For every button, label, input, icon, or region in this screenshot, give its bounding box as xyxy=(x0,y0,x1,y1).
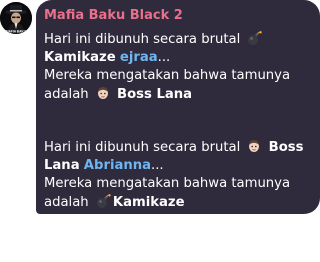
message-line: adalah Boss Lana xyxy=(44,85,316,104)
player-name-highlight: Abrianna xyxy=(83,158,152,173)
message-text: adalah xyxy=(44,87,89,102)
player-name-highlight: ejraa xyxy=(119,50,158,65)
message-line: Kamikaze ejraa... xyxy=(44,49,316,67)
message-block: Hari ini dibunuh secara brutal Boss Lana… xyxy=(44,138,316,212)
boss-face-icon xyxy=(246,138,262,154)
chat-message-bubble[interactable]: Mafia Baku Black 2 Hari ini dibunuh seca… xyxy=(36,0,320,214)
message-line: Mereka mengatakan bahwa tamunya xyxy=(44,67,316,85)
message-block: Hari ini dibunuh secara brutal Kamikaze … xyxy=(44,30,316,104)
message-text: Hari ini dibunuh secara brutal xyxy=(44,140,241,155)
message-line: Hari ini dibunuh secara brutal Boss xyxy=(44,138,316,157)
player-name: Boss xyxy=(268,140,304,155)
boss-face-icon xyxy=(95,85,111,101)
player-name: Lana xyxy=(44,158,80,173)
ellipsis: ... xyxy=(151,158,164,173)
bomb-icon xyxy=(246,30,263,46)
player-name: Boss Lana xyxy=(117,87,193,102)
message-line: adalah Kamikaze xyxy=(44,193,316,212)
sender-name[interactable]: Mafia Baku Black 2 xyxy=(44,8,183,23)
message-text: Mereka mengatakan bahwa tamunya xyxy=(44,176,291,191)
mafia-avatar-icon: MAFIA BAKU xyxy=(0,2,32,34)
player-name: Kamikaze xyxy=(112,195,185,210)
bomb-icon xyxy=(95,193,111,209)
message-text: Hari ini dibunuh secara brutal xyxy=(44,32,241,47)
message-line: Hari ini dibunuh secara brutal xyxy=(44,30,316,49)
message-text: adalah xyxy=(44,195,89,210)
ellipsis: ... xyxy=(157,50,171,65)
svg-text:MAFIA BAKU: MAFIA BAKU xyxy=(6,30,27,34)
player-name: Kamikaze xyxy=(44,50,116,65)
message-line: Lana Abrianna... xyxy=(44,157,316,175)
message-text: Mereka mengatakan bahwa tamunya xyxy=(44,68,291,83)
avatar[interactable]: MAFIA BAKU xyxy=(0,2,32,34)
message-line: Mereka mengatakan bahwa tamunya xyxy=(44,175,316,193)
